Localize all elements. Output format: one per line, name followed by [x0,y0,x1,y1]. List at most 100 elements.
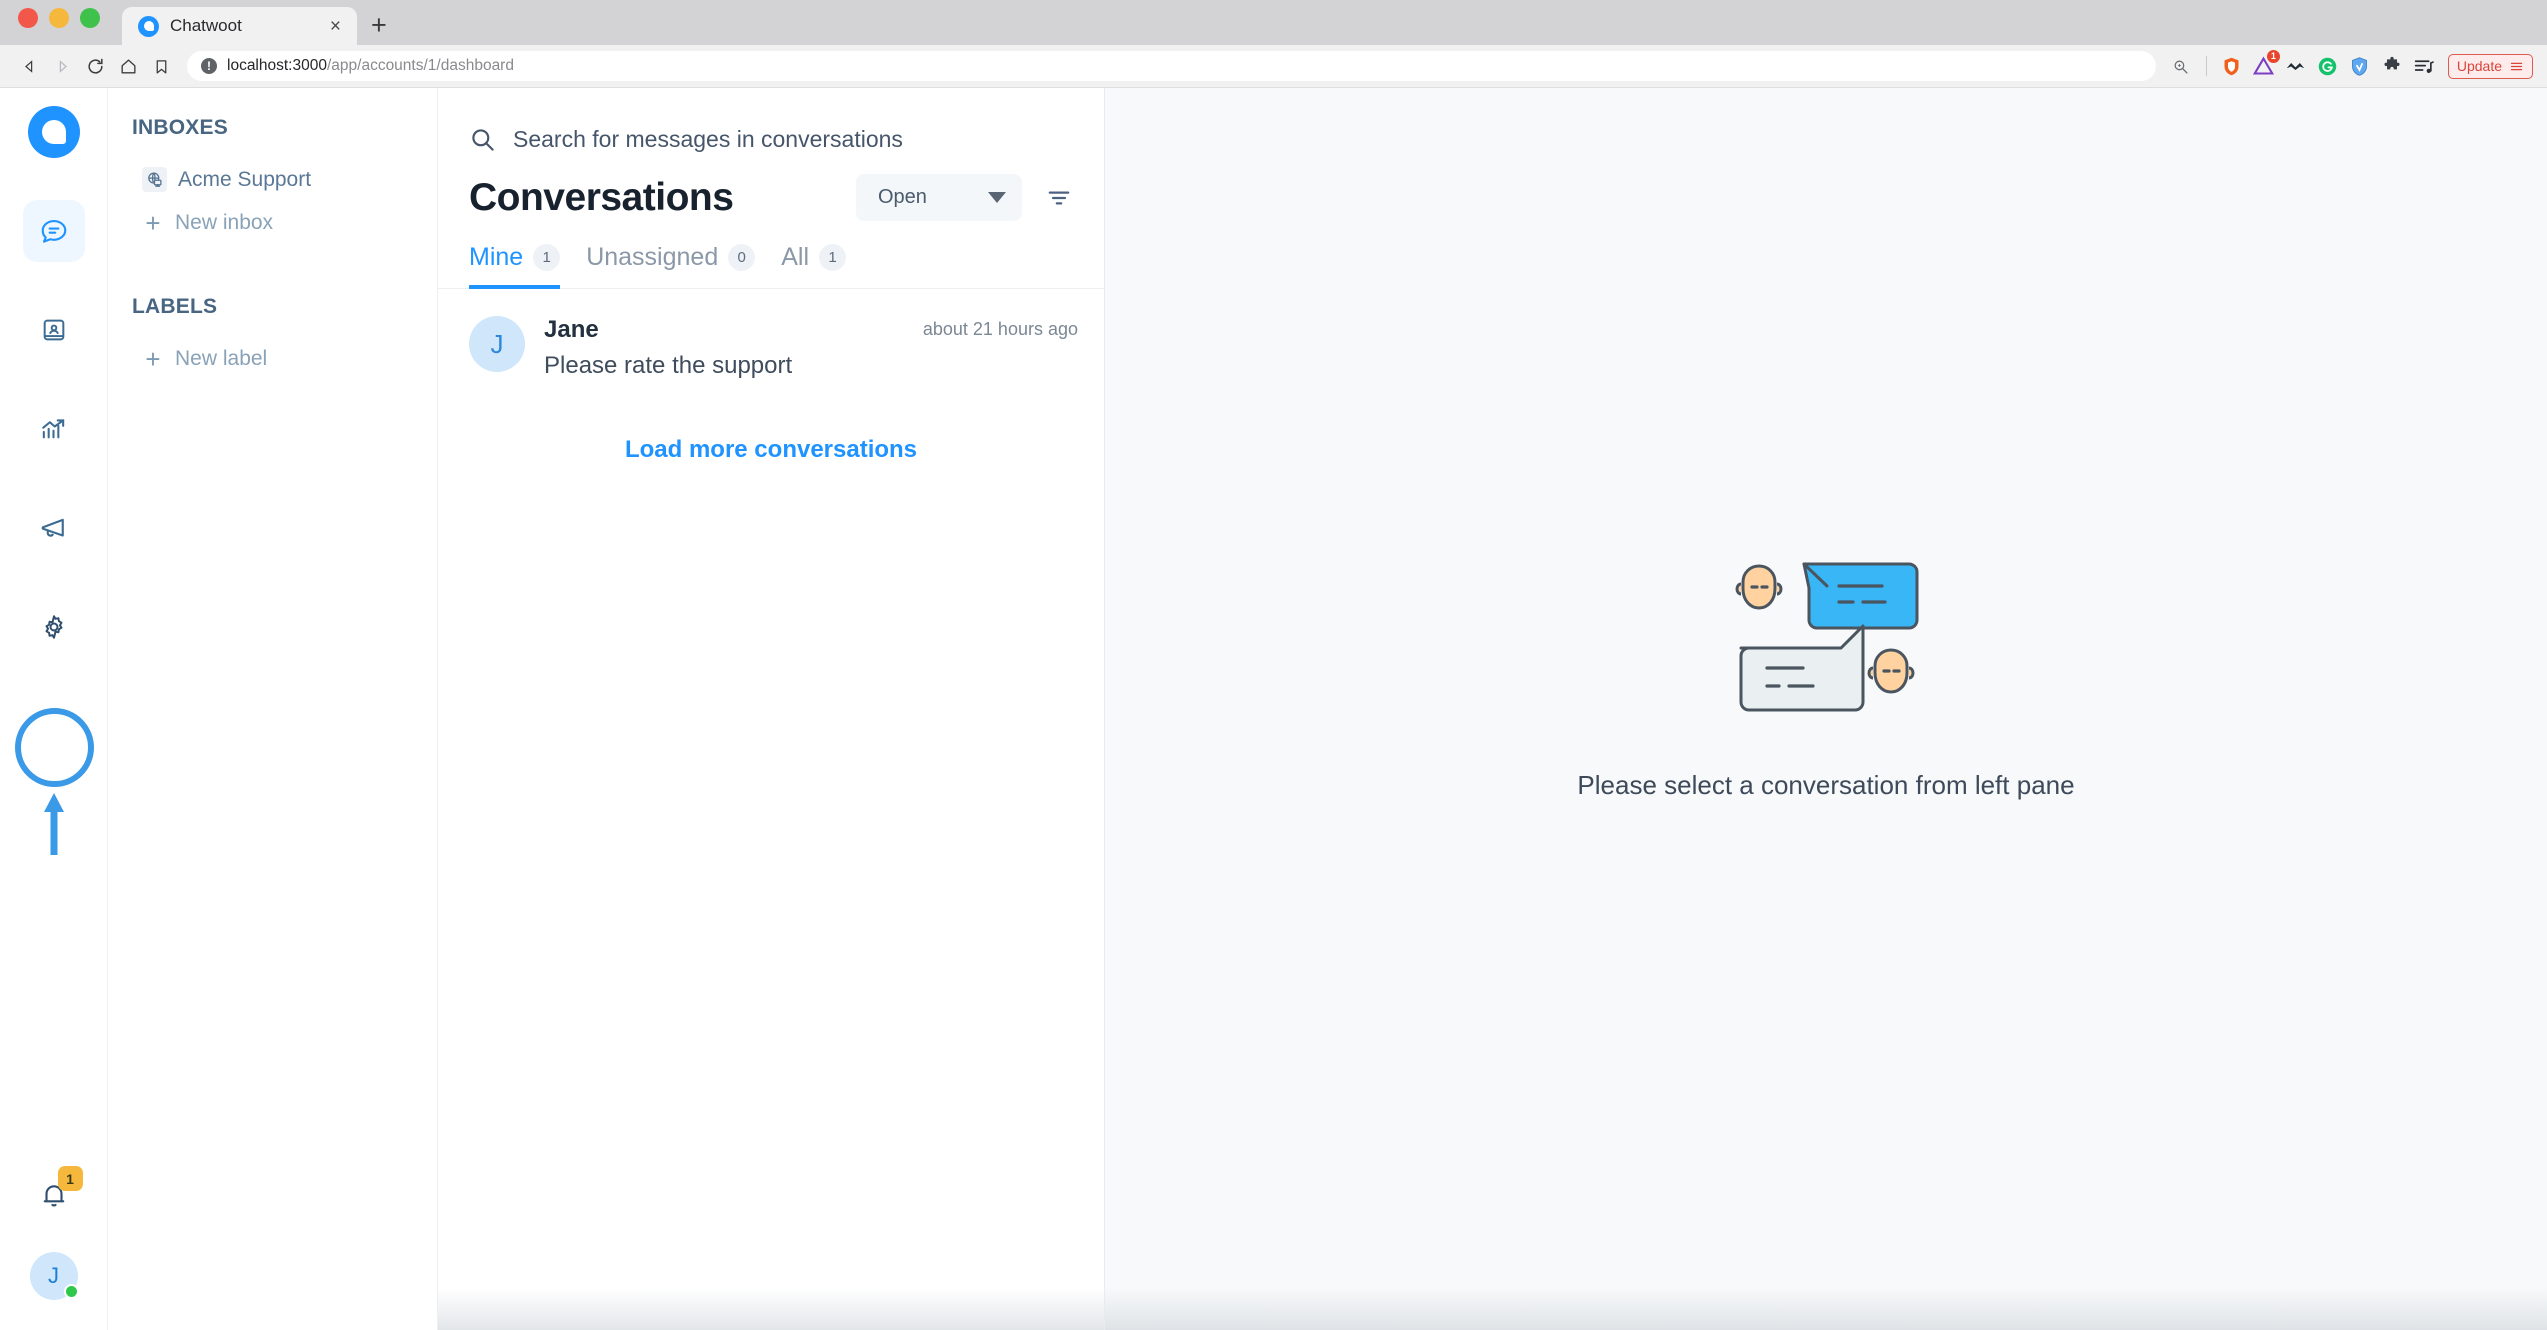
sidebar-item-label: Acme Support [178,167,312,191]
status-filter-value: Open [878,186,927,208]
close-icon[interactable]: × [326,17,345,36]
window-maximize-button[interactable] [80,7,100,28]
url-text: localhost:3000/app/accounts/1/dashboard [227,57,514,75]
rail-item-contacts[interactable] [23,299,85,361]
update-button[interactable]: Update [2447,53,2533,79]
sidebar-item-new-inbox[interactable]: + New inbox [108,201,437,245]
brave-shield-icon[interactable] [2218,52,2246,80]
browser-tab[interactable]: Chatwoot × [122,7,357,45]
update-button-label: Update [2456,58,2502,74]
rail-item-settings[interactable] [23,596,85,658]
tab-all[interactable]: All 1 [781,243,847,289]
window-close-button[interactable] [18,7,38,28]
filter-icon [1048,190,1070,205]
notifications-button[interactable]: 1 [23,1164,85,1226]
window-minimize-button[interactable] [49,7,69,28]
plus-icon: + [145,208,161,238]
chevron-down-icon [988,192,1006,203]
puzzle-extensions-icon[interactable] [2378,52,2406,80]
back-icon[interactable] [14,51,44,81]
sidebar-item-label: New label [175,347,268,370]
panel-bottom-fade [438,1288,1104,1330]
browser-tabstrip: Chatwoot × + [0,0,2547,45]
url-host: localhost:3000 [227,57,327,74]
search-bar [438,88,1104,160]
contact-name: Jane [544,316,599,343]
new-tab-button[interactable]: + [371,12,387,45]
conversation-tabs: Mine 1 Unassigned 0 All 1 [438,221,1104,289]
two-people-chatting-illustration [1735,562,1919,711]
gear-icon [45,615,62,639]
main-bottom-fade [1105,1288,2547,1330]
sidebar-heading-labels: LABELS [132,295,218,318]
conversation-top-row: Jane about 21 hours ago [544,316,1078,344]
megaphone-icon [41,518,64,537]
url-bar[interactable]: ! localhost:3000/app/accounts/1/dashboar… [187,51,2156,81]
vpn-shield-icon[interactable] [2346,52,2374,80]
tab-count: 1 [533,244,561,271]
rail-item-reports[interactable] [23,398,85,460]
secondary-sidebar: INBOXES Acme Support + New inbox LABELS … [108,88,438,1330]
tab-unassigned[interactable]: Unassigned 0 [586,243,756,289]
search-icon [472,128,494,151]
tab-label: Unassigned [586,243,719,271]
info-circle-icon: ! [201,58,217,74]
home-icon[interactable] [113,51,143,81]
url-path: /app/accounts/1/dashboard [326,57,514,74]
website-globe-icon [142,167,167,192]
toolbar-separator [2205,56,2207,76]
rail-item-campaigns[interactable] [23,497,85,559]
tab-label: Mine [469,243,524,271]
load-more-button[interactable]: Load more conversations [438,402,1104,498]
tab-count: 0 [728,244,756,271]
avatar[interactable]: J [29,1252,79,1300]
reload-icon[interactable] [80,51,110,81]
conversation-list-item[interactable]: J Jane about 21 hours ago Please rate th… [438,294,1104,402]
sidebar-item-acme-support[interactable]: Acme Support [108,158,437,201]
filter-button[interactable] [1040,179,1078,217]
rail-item-conversations[interactable] [22,200,85,262]
browser-toolbar: ! localhost:3000/app/accounts/1/dashboar… [0,45,2547,88]
main-content-pane: Please select a conversation from left p… [1105,88,2547,1330]
conversation-list-panel: Conversations Open Mine 1 Unassigned 0 [438,88,1105,1330]
analytics-chart-icon [42,418,65,438]
online-status-indicator [63,1284,79,1299]
conversations-header: Conversations Open [438,160,1104,221]
app-root: 1 J INBOXES Acme Support + New inbox LAB… [0,88,2547,1330]
avatar-initial: J [48,1263,59,1288]
conversation-list: J Jane about 21 hours ago Please rate th… [438,289,1104,498]
sidebar-item-label: New inbox [175,211,274,234]
zoom-icon[interactable] [2167,52,2195,80]
chatwoot-logo-icon [138,15,159,37]
toolbar-right-icons: 1 Update [2167,50,2533,80]
window-controls [18,0,100,45]
avatar-initial: J [490,328,504,359]
search-input[interactable] [513,125,1073,153]
tab-label: All [781,243,810,271]
adobe-icon[interactable]: 1 [2250,50,2280,80]
page-title: Conversations [469,175,734,219]
settings-pointer-arrow [44,793,64,855]
settings-highlight-ring [15,708,94,787]
sidebar-heading-inboxes: INBOXES [132,116,228,139]
sidebar-item-new-label[interactable]: + New label [108,337,437,381]
empty-state-message: Please select a conversation from left p… [1577,769,2075,800]
conversation-preview-message: Please rate the support [544,352,793,379]
tab-count: 1 [819,244,847,271]
contact-book-icon [43,319,64,341]
forward-icon[interactable] [47,51,77,81]
metamask-icon[interactable] [2282,52,2310,80]
playlist-icon[interactable] [2410,52,2438,80]
conversation-content: Jane about 21 hours ago Please rate the … [544,316,1078,380]
grammarly-icon[interactable] [2314,52,2342,80]
status-filter-dropdown[interactable]: Open [856,174,1022,221]
chatwoot-logo[interactable] [27,106,80,158]
primary-nav-rail: 1 J [0,88,108,1330]
browser-tab-title: Chatwoot [170,16,242,35]
conversation-timestamp: about 21 hours ago [922,319,1078,339]
bookmark-icon[interactable] [146,51,176,81]
tab-mine[interactable]: Mine 1 [469,243,561,289]
hamburger-icon [2510,62,2523,70]
browser-chrome: Chatwoot × + ! localhost:3000/app/accoun… [0,0,2547,88]
empty-state: Please select a conversation from left p… [1577,558,2075,801]
